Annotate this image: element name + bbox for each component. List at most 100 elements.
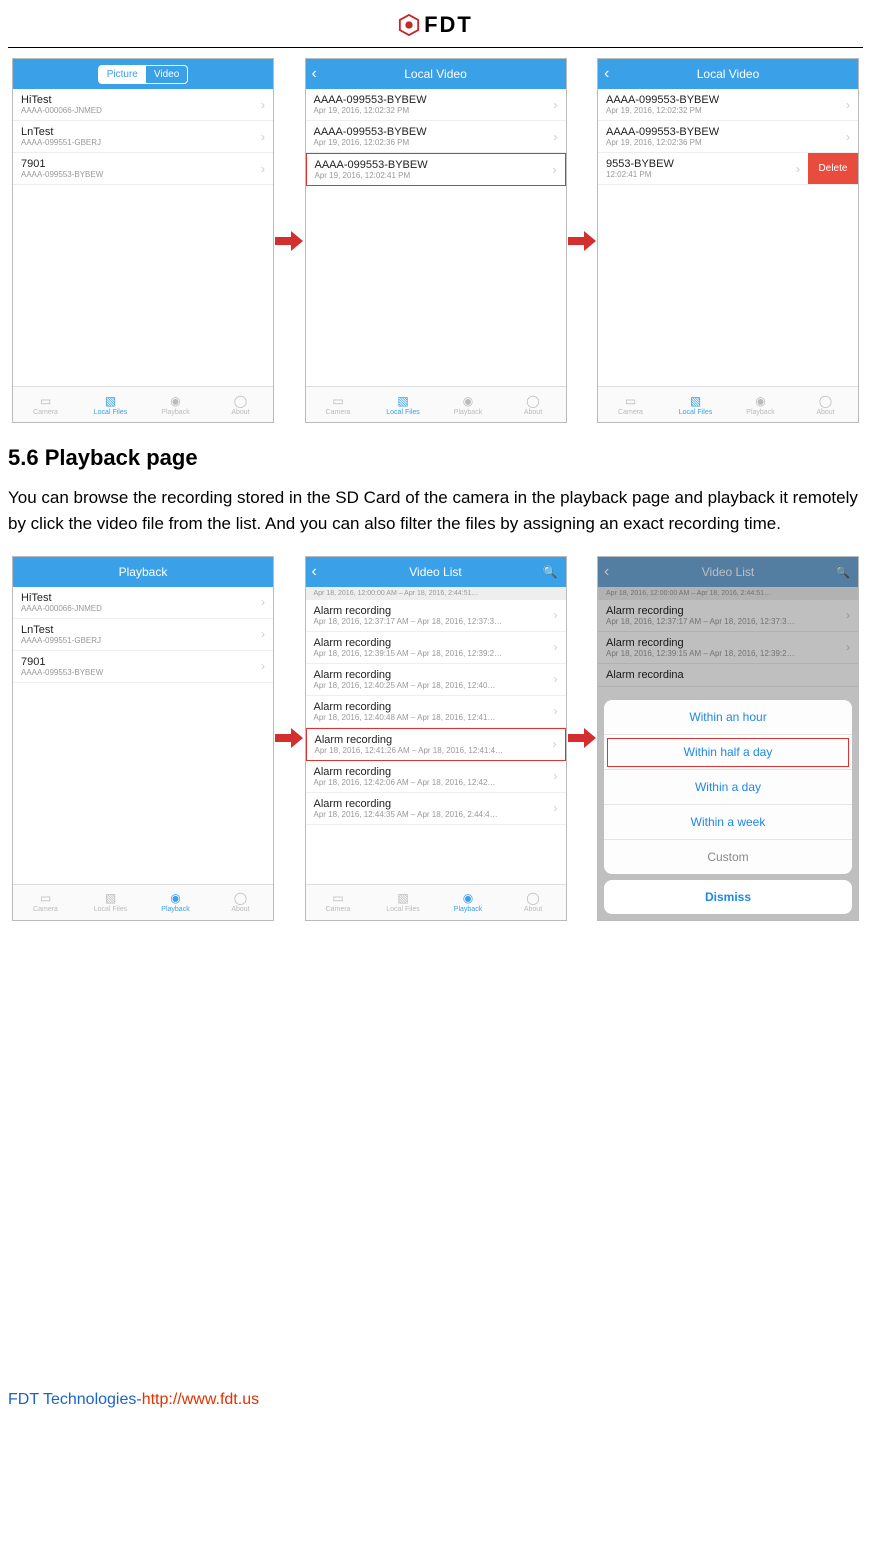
about-icon: ◯ [526,394,539,408]
tab-camera[interactable]: ▭Camera [13,885,78,920]
list-item[interactable]: Alarm recordingApr 18, 2016, 12:39:15 AM… [306,632,566,664]
tab-about[interactable]: ◯About [501,387,566,422]
dismiss-button[interactable]: Dismiss [604,880,852,914]
filter-week[interactable]: Within a week [604,805,852,840]
chevron-right-icon: › [553,737,557,751]
chevron-right-icon: › [554,801,558,815]
tab-local-files[interactable]: ▧Local Files [371,387,436,422]
about-icon: ◯ [819,394,832,408]
filter-half-day[interactable]: Within half a day [604,735,852,770]
list-item[interactable]: 7901AAAA-099553-BYBEW› [13,153,273,185]
chevron-right-icon: › [261,627,265,641]
brand-text: FDT [424,12,473,38]
filter-action-sheet: Within an hour Within half a day Within … [604,700,852,914]
back-icon[interactable]: ‹ [312,65,317,83]
list-item[interactable]: Alarm recordingApr 18, 2016, 12:40:25 AM… [306,664,566,696]
chevron-right-icon: › [554,704,558,718]
screen-video-list-filter: ‹ Video List 🔍 Apr 18, 2016, 12:00:00 AM… [597,556,859,921]
tabbar: ▭Camera ▧Local Files ◉Playback ◯About [306,884,566,920]
arrow-right-icon [567,231,597,251]
list-item[interactable]: AAAA-099553-BYBEWApr 19, 2016, 12:02:36 … [306,121,566,153]
tabbar: ▭Camera ▧Local Files ◉Playback ◯About [13,884,273,920]
tab-local-files[interactable]: ▧Local Files [78,387,143,422]
screen-local-video-swipe: ‹ Local Video AAAA-099553-BYBEWApr 19, 2… [597,58,859,423]
tab-playback[interactable]: ◉Playback [143,387,208,422]
tab-camera[interactable]: ▭Camera [13,387,78,422]
tab-playback[interactable]: ◉Playback [436,885,501,920]
image-icon: ▧ [397,394,408,408]
camera-icon: ▭ [332,394,343,408]
tab-local-files[interactable]: ▧Local Files [78,885,143,920]
image-icon: ▧ [105,394,116,408]
list-item[interactable]: Alarm recordingApr 18, 2016, 12:40:48 AM… [306,696,566,728]
section-body: You can browse the recording stored in t… [8,485,863,538]
phone-header: Picture Video [13,59,273,89]
tab-playback[interactable]: ◉Playback [436,387,501,422]
image-icon: ▧ [105,891,116,905]
chevron-right-icon: › [261,98,265,112]
list-item[interactable]: AAAA-099553-BYBEWApr 19, 2016, 12:02:32 … [598,89,858,121]
picture-video-toggle[interactable]: Picture Video [98,65,189,84]
tab-playback[interactable]: ◉Playback [143,885,208,920]
tab-camera[interactable]: ▭Camera [598,387,663,422]
tab-about[interactable]: ◯About [501,885,566,920]
tab-camera[interactable]: ▭Camera [306,885,371,920]
camera-icon: ▭ [40,394,51,408]
date-range-label: Apr 18, 2016, 12:00:00 AM – Apr 18, 2016… [306,587,566,600]
about-icon: ◯ [234,394,247,408]
back-icon[interactable]: ‹ [604,65,609,83]
screenshot-row-2: Playback HiTestAAAA-000066-JNMED› LnTest… [8,556,863,921]
tab-camera[interactable]: ▭Camera [306,387,371,422]
about-icon: ◯ [234,891,247,905]
list-item[interactable]: 7901AAAA-099553-BYBEW› [13,651,273,683]
logo-icon [398,14,420,36]
tabbar: ▭Camera ▧Local Files ◉Playback ◯About [306,386,566,422]
filter-day[interactable]: Within a day [604,770,852,805]
filter-custom[interactable]: Custom [604,840,852,874]
camera-icon: ▭ [332,891,343,905]
list-item[interactable]: HiTestAAAA-000066-JNMED› [13,89,273,121]
image-icon: ▧ [397,891,408,905]
page-header: FDT [8,0,863,48]
tab-playback[interactable]: ◉Playback [728,387,793,422]
tab-about[interactable]: ◯About [208,387,273,422]
footer-url: http://www.fdt.us [142,1391,259,1408]
list-item-highlighted[interactable]: AAAA-099553-BYBEWApr 19, 2016, 12:02:41 … [306,153,566,186]
chevron-right-icon: › [554,769,558,783]
delete-button[interactable]: Delete [808,153,858,184]
list-item[interactable]: HiTestAAAA-000066-JNMED› [13,587,273,619]
chevron-right-icon: › [261,659,265,673]
chevron-right-icon: › [554,130,558,144]
screen-local-files: Picture Video HiTestAAAA-000066-JNMED› L… [12,58,274,423]
tab-local-files[interactable]: ▧Local Files [663,387,728,422]
back-icon[interactable]: ‹ [312,563,317,581]
screen-title: Local Video [697,67,760,81]
list-item-highlighted[interactable]: Alarm recordingApr 18, 2016, 12:41:26 AM… [306,728,566,761]
arrow-right-icon [274,231,304,251]
list-item[interactable]: Alarm recordingApr 18, 2016, 12:42:06 AM… [306,761,566,793]
arrow-right-icon [567,728,597,748]
tab-about[interactable]: ◯About [208,885,273,920]
image-icon: ▧ [690,394,701,408]
list-item-swiped[interactable]: 9553-BYBEW12:02:41 PM› Delete [598,153,858,185]
screen-playback: Playback HiTestAAAA-000066-JNMED› LnTest… [12,556,274,921]
chevron-right-icon: › [846,98,850,112]
tab-local-files[interactable]: ▧Local Files [371,885,436,920]
list-item[interactable]: AAAA-099553-BYBEWApr 19, 2016, 12:02:36 … [598,121,858,153]
list-item[interactable]: AAAA-099553-BYBEWApr 19, 2016, 12:02:32 … [306,89,566,121]
tabbar: ▭Camera ▧Local Files ◉Playback ◯About [13,386,273,422]
list-item[interactable]: LnTestAAAA-099551-GBERJ› [13,121,273,153]
chevron-right-icon: › [846,130,850,144]
list-item[interactable]: Alarm recordingApr 18, 2016, 12:37:17 AM… [306,600,566,632]
list-item[interactable]: LnTestAAAA-099551-GBERJ› [13,619,273,651]
footer-company: FDT Technologies- [8,1391,142,1408]
list-item[interactable]: Alarm recordingApr 18, 2016, 12:44:35 AM… [306,793,566,825]
tab-about[interactable]: ◯About [793,387,858,422]
chevron-right-icon: › [554,608,558,622]
toggle-video[interactable]: Video [146,66,187,83]
screen-title: Video List [409,565,461,579]
filter-hour[interactable]: Within an hour [604,700,852,735]
search-icon[interactable]: 🔍 [543,565,558,579]
brand-logo: FDT [398,12,473,38]
toggle-picture[interactable]: Picture [99,66,146,83]
